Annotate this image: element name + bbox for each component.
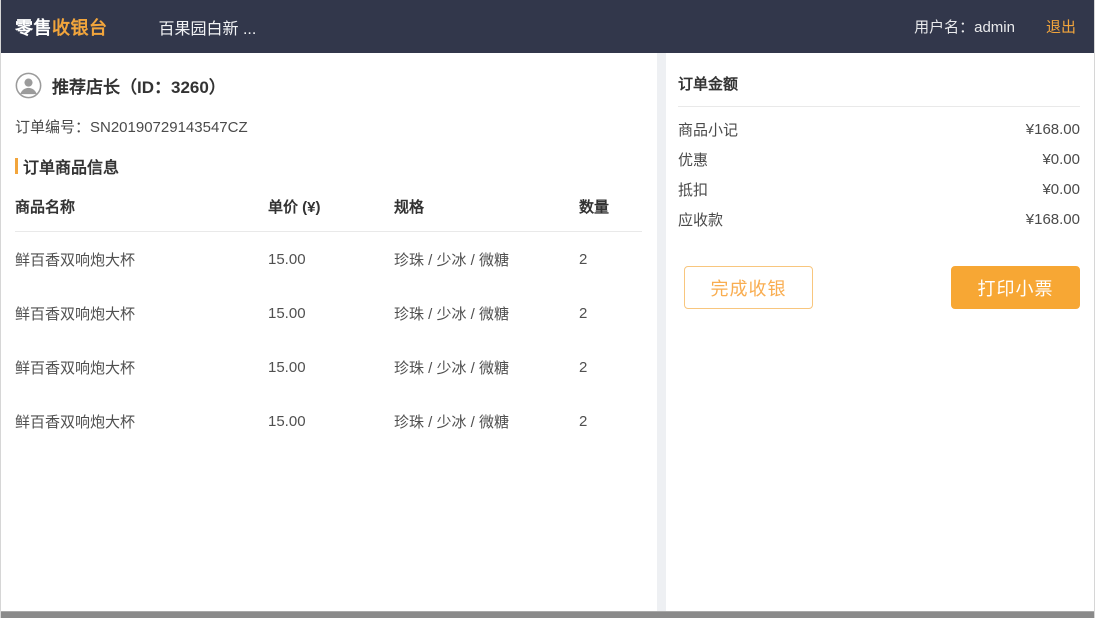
col-header-product-name: 商品名称 <box>15 196 268 217</box>
top-bar: 零售收银台 百果园白新 ... 用户名：admin 退出 <box>1 0 1094 53</box>
summary-label: 商品小记 <box>678 119 738 140</box>
summary-label: 优惠 <box>678 149 708 170</box>
app-title-suffix: 收银台 <box>52 18 108 38</box>
cell-spec: 珍珠 / 少冰 / 微糖 <box>394 357 579 378</box>
summary-row-amount-due: 应收款 ¥168.00 <box>678 204 1080 234</box>
cell-unit-price: 15.00 <box>268 359 394 376</box>
main-area: 推荐店长（ID：3260） 订单编号：SN20190729143547CZ 订单… <box>1 53 1094 611</box>
cell-product-name: 鲜百香双响炮大杯 <box>15 411 268 432</box>
summary-value: ¥0.00 <box>1042 181 1080 198</box>
cell-quantity: 2 <box>579 359 642 376</box>
store-tab[interactable]: 百果园白新 ... <box>159 15 257 39</box>
clerk-title: 推荐店长（ID：3260） <box>52 73 226 98</box>
table-row: 鲜百香双响炮大杯 15.00 珍珠 / 少冰 / 微糖 2 <box>15 286 642 340</box>
summary-row-discount: 优惠 ¥0.00 <box>678 144 1080 174</box>
cell-quantity: 2 <box>579 251 642 268</box>
cell-quantity: 2 <box>579 305 642 322</box>
cell-product-name: 鲜百香双响炮大杯 <box>15 357 268 378</box>
order-items-section-title: 订单商品信息 <box>15 154 642 178</box>
cell-unit-price: 15.00 <box>268 413 394 430</box>
table-row: 鲜百香双响炮大杯 15.00 珍珠 / 少冰 / 微糖 2 <box>15 340 642 394</box>
col-header-unit-price: 单价 (¥) <box>268 196 394 217</box>
cell-product-name: 鲜百香双响炮大杯 <box>15 249 268 270</box>
cell-spec: 珍珠 / 少冰 / 微糖 <box>394 411 579 432</box>
clerk-profile: 推荐店长（ID：3260） <box>15 72 642 99</box>
order-items-table: 商品名称 单价 (¥) 规格 数量 鲜百香双响炮大杯 15.00 珍珠 / 少冰… <box>15 187 642 448</box>
summary-value: ¥0.00 <box>1042 151 1080 168</box>
summary-value: ¥168.00 <box>1026 121 1080 138</box>
panel-divider <box>657 53 666 611</box>
cell-spec: 珍珠 / 少冰 / 微糖 <box>394 249 579 270</box>
cell-spec: 珍珠 / 少冰 / 微糖 <box>394 303 579 324</box>
summary-row-subtotal: 商品小记 ¥168.00 <box>678 114 1080 144</box>
section-title-label: 订单商品信息 <box>23 154 119 178</box>
window-bottom-edge <box>1 611 1094 618</box>
print-receipt-button[interactable]: 打印小票 <box>951 266 1080 309</box>
username-label: 用户名：admin <box>914 16 1015 37</box>
table-row: 鲜百香双响炮大杯 15.00 珍珠 / 少冰 / 微糖 2 <box>15 232 642 286</box>
top-bar-right: 用户名：admin 退出 <box>914 16 1076 37</box>
cell-unit-price: 15.00 <box>268 251 394 268</box>
action-buttons: 完成收银 打印小票 <box>678 266 1080 309</box>
amount-summary: 商品小记 ¥168.00 优惠 ¥0.00 抵扣 ¥0.00 应收款 ¥168.… <box>678 114 1080 234</box>
app-title-prefix: 零售 <box>15 18 52 38</box>
pos-app-window: 零售收银台 百果园白新 ... 用户名：admin 退出 推荐店长（ID：326… <box>0 0 1095 618</box>
summary-row-deduction: 抵扣 ¥0.00 <box>678 174 1080 204</box>
finish-checkout-button[interactable]: 完成收银 <box>684 266 813 309</box>
col-header-quantity: 数量 <box>579 196 642 217</box>
summary-label: 抵扣 <box>678 179 708 200</box>
order-detail-panel: 推荐店长（ID：3260） 订单编号：SN20190729143547CZ 订单… <box>1 53 657 611</box>
summary-label: 应收款 <box>678 209 723 230</box>
col-header-spec: 规格 <box>394 196 579 217</box>
section-accent-bar <box>15 158 18 174</box>
user-avatar-icon <box>15 72 42 99</box>
cell-product-name: 鲜百香双响炮大杯 <box>15 303 268 324</box>
cell-unit-price: 15.00 <box>268 305 394 322</box>
table-header-row: 商品名称 单价 (¥) 规格 数量 <box>15 187 642 232</box>
logout-button[interactable]: 退出 <box>1046 16 1076 37</box>
order-number: 订单编号：SN20190729143547CZ <box>15 116 642 137</box>
table-row: 鲜百香双响炮大杯 15.00 珍珠 / 少冰 / 微糖 2 <box>15 394 642 448</box>
app-title: 零售收银台 <box>15 14 108 40</box>
order-amount-panel: 订单金额 商品小记 ¥168.00 优惠 ¥0.00 抵扣 ¥0.00 应收款 … <box>666 53 1094 611</box>
cell-quantity: 2 <box>579 413 642 430</box>
order-amount-title: 订单金额 <box>678 73 1080 107</box>
summary-value: ¥168.00 <box>1026 211 1080 228</box>
